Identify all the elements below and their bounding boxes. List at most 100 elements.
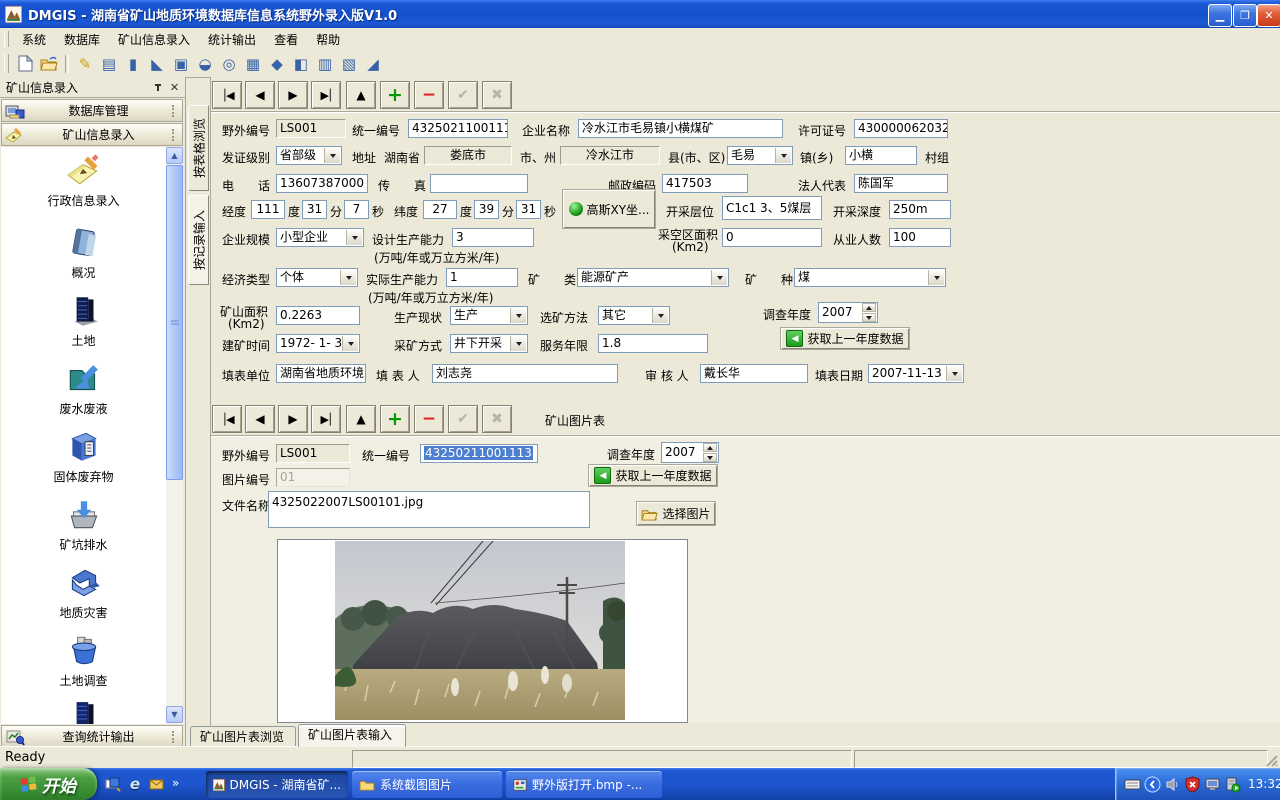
chevron-more-icon[interactable]: » xyxy=(172,776,179,790)
land-icon[interactable]: ▮ xyxy=(121,53,145,75)
sidebar-item-pit-drainage[interactable]: 矿坑排水 xyxy=(1,496,166,553)
sidebar-group-database[interactable]: 数据库管理 xyxy=(1,99,183,122)
menu-stat-output[interactable]: 统计输出 xyxy=(199,28,265,51)
lon-sec-input[interactable]: 7 xyxy=(344,200,369,219)
nav1-post-button[interactable]: ✔ xyxy=(448,81,478,109)
pin-icon[interactable] xyxy=(150,80,165,95)
sidebar-item-land[interactable]: 土地 xyxy=(1,292,166,349)
internet-explorer-icon[interactable]: e xyxy=(126,775,144,793)
postcode-input[interactable]: 417503 xyxy=(662,174,748,193)
exit-tool-icon[interactable]: ◢ xyxy=(361,53,385,75)
chevron-down-icon[interactable] xyxy=(342,336,358,351)
restore-button[interactable]: ❐ xyxy=(1233,4,1257,27)
sidebar-item-partial[interactable] xyxy=(1,700,166,724)
lon-min-input[interactable]: 31 xyxy=(302,200,327,219)
nav1-delete-button[interactable]: − xyxy=(414,81,444,109)
mine-kind-combo[interactable]: 煤 xyxy=(794,268,946,287)
county-combo[interactable]: 毛易 xyxy=(727,146,793,165)
scroll-up-icon[interactable]: ▲ xyxy=(166,147,183,164)
nav1-add-button[interactable]: + xyxy=(380,81,410,109)
field-no-input[interactable]: LS001 xyxy=(276,119,346,138)
sidebar-close-icon[interactable]: ✕ xyxy=(167,80,182,95)
nav2-next-button[interactable]: ▶ xyxy=(278,405,308,433)
sidebar-item-land-survey[interactable]: 土地调查 xyxy=(1,632,166,689)
area-input[interactable]: 0.2263 xyxy=(276,306,360,325)
pit-drainage-icon[interactable]: ◒ xyxy=(193,53,217,75)
build-time-combo[interactable]: 1972- 1- 3 xyxy=(276,334,360,353)
sidebar-group-mine-entry[interactable]: 矿山信息录入 xyxy=(1,123,183,146)
pic-unified-no-input[interactable]: 43250211001113 xyxy=(420,444,538,463)
fill-date-combo[interactable]: 2007-11-13 xyxy=(868,364,964,383)
box-tool-icon[interactable]: ▧ xyxy=(337,53,361,75)
sidebar-item-solid-waste[interactable]: 固体废弃物 xyxy=(1,428,166,485)
land-survey-icon[interactable]: ▦ xyxy=(241,53,265,75)
spin-down-icon[interactable] xyxy=(862,313,876,322)
lat-sec-input[interactable]: 31 xyxy=(516,200,541,219)
sidebar-item-geo-hazard[interactable]: 地质灾害 xyxy=(1,564,166,621)
admin-entry-icon[interactable]: ✎ xyxy=(73,53,97,75)
sidebar-item-overview[interactable]: 概况 xyxy=(1,224,166,281)
license-input[interactable]: 4300000620321 xyxy=(854,119,948,138)
survey-year-spinner[interactable]: 2007 xyxy=(818,302,878,323)
actual-cap-input[interactable]: 1 xyxy=(446,268,518,287)
cert-level-combo[interactable]: 省部级 xyxy=(276,146,342,165)
nav2-delete-button[interactable]: − xyxy=(414,405,444,433)
keyboard-tray-icon[interactable] xyxy=(1124,776,1141,793)
volume-tray-icon[interactable] xyxy=(1164,776,1181,793)
unified-no-input[interactable]: 43250211001113 xyxy=(408,119,508,138)
chevron-down-icon[interactable] xyxy=(340,270,356,285)
filler-input[interactable]: 刘志尧 xyxy=(432,364,618,383)
start-button[interactable]: 开始 xyxy=(0,768,97,800)
column-tool-icon[interactable]: ◆ xyxy=(265,53,289,75)
tab-picture-browse[interactable]: 矿山图片表浏览 xyxy=(190,726,296,747)
show-desktop-icon[interactable] xyxy=(104,775,122,793)
chevron-down-icon[interactable] xyxy=(324,148,340,163)
nav1-first-button[interactable]: │◀ xyxy=(212,81,242,109)
chevron-down-icon[interactable] xyxy=(946,366,962,381)
spin-down-icon[interactable] xyxy=(703,453,717,462)
mail-icon[interactable] xyxy=(148,775,166,793)
mine-class-combo[interactable]: 能源矿产 xyxy=(577,268,729,287)
benef-combo[interactable]: 其它 xyxy=(598,306,670,325)
nav1-next-button[interactable]: ▶ xyxy=(278,81,308,109)
fill-unit-input[interactable]: 湖南省地质环境 xyxy=(276,364,366,383)
spin-up-icon[interactable] xyxy=(703,443,717,452)
vtab-table-browse[interactable]: 按表格浏览 xyxy=(188,105,209,191)
company-input[interactable]: 冷水江市毛易镇小横煤矿 xyxy=(578,119,783,138)
choose-picture-button[interactable]: 选择图片 xyxy=(636,501,716,526)
nav1-cancel-button[interactable]: ✖ xyxy=(482,81,512,109)
antivirus-tray-icon[interactable] xyxy=(1184,776,1201,793)
auditor-input[interactable]: 戴长华 xyxy=(700,364,808,383)
nav1-top-button[interactable]: ▲ xyxy=(346,81,376,109)
nav1-last-button[interactable]: ▶│ xyxy=(311,81,341,109)
spin-up-icon[interactable] xyxy=(862,303,876,312)
gauss-xy-button[interactable]: 高斯XY坐... xyxy=(562,189,656,229)
depth-input[interactable]: 250m xyxy=(889,200,951,219)
nav2-cancel-button[interactable]: ✖ xyxy=(482,405,512,433)
file-name-input[interactable]: 4325022007LS00101.jpg xyxy=(268,491,590,528)
chevron-down-icon[interactable] xyxy=(510,308,526,323)
town-input[interactable]: 小横 xyxy=(845,146,917,165)
sidebar-group-query-stats[interactable]: 查询统计输出 xyxy=(1,725,183,748)
service-life-input[interactable]: 1.8 xyxy=(598,334,708,353)
pic-fetch-prev-year-button[interactable]: ◀获取上一年度数据 xyxy=(588,464,718,487)
city-input[interactable]: 娄底市 xyxy=(424,146,512,165)
design-cap-input[interactable]: 3 xyxy=(452,228,534,247)
menu-help[interactable]: 帮助 xyxy=(307,28,349,51)
nav2-top-button[interactable]: ▲ xyxy=(346,405,376,433)
chevron-down-icon[interactable] xyxy=(346,230,362,245)
fetch-prev-year-button[interactable]: ◀获取上一年度数据 xyxy=(780,327,910,350)
language-tray-icon[interactable] xyxy=(1144,776,1161,793)
scrollbar-thumb[interactable] xyxy=(166,165,183,480)
fax-input[interactable] xyxy=(430,174,528,193)
chevron-down-icon[interactable] xyxy=(711,270,727,285)
nav2-first-button[interactable]: │◀ xyxy=(212,405,242,433)
pic-year-spinner[interactable]: 2007 xyxy=(661,442,719,463)
open-file-icon[interactable] xyxy=(37,53,61,75)
geo-hazard-icon[interactable]: ◎ xyxy=(217,53,241,75)
nav2-last-button[interactable]: ▶│ xyxy=(311,405,341,433)
menu-system[interactable]: 系统 xyxy=(13,28,55,51)
vtab-record-input[interactable]: 按记录输入 xyxy=(188,195,209,285)
chevron-down-icon[interactable] xyxy=(775,148,791,163)
workers-input[interactable]: 100 xyxy=(889,228,951,247)
